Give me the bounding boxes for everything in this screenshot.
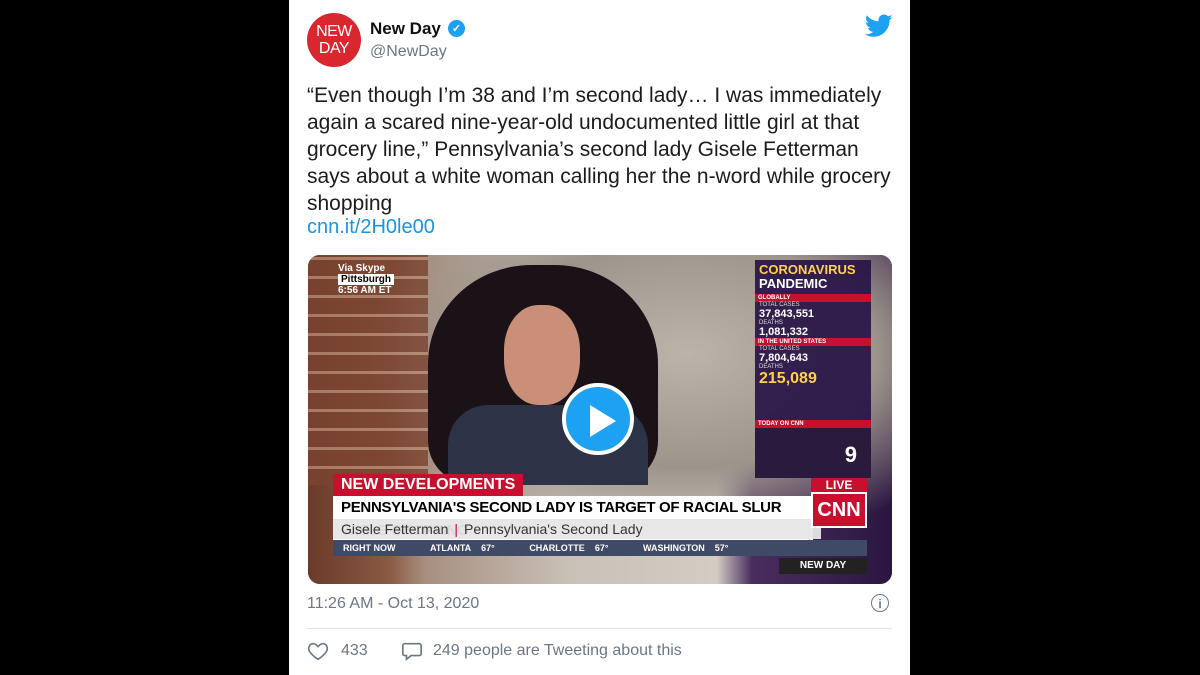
tweet-text: “Even though I’m 38 and I’m second lady…… — [307, 84, 891, 215]
tweet-link[interactable]: cnn.it/2H0le00 — [307, 216, 435, 239]
avatar[interactable]: NEW DAY — [307, 13, 361, 67]
ticker-temp: 67° — [594, 543, 609, 553]
weather-ticker: RIGHT NOW ATLANTA 67° CHARLOTTE 67° WASHIN… — [333, 540, 867, 556]
play-button[interactable] — [562, 383, 634, 455]
today-label: TODAY ON CNN — [755, 420, 871, 428]
like-count: 433 — [341, 642, 368, 659]
time-label: 6:56 AM ET — [338, 285, 392, 296]
location-tag: Via Skype Pittsburgh 6:56 AM ET — [338, 263, 394, 296]
city-label: Pittsburgh — [338, 274, 394, 285]
tweeting-count-text: 249 people are Tweeting about this — [433, 642, 682, 659]
today-on-cnn: TODAY ON CNN 9 — [755, 420, 871, 478]
like-button[interactable]: 433 — [307, 640, 368, 662]
us-deaths-value: 215,089 — [759, 370, 817, 387]
separator: | — [454, 521, 459, 537]
avatar-text-line2: DAY — [318, 40, 350, 57]
avatar-text-line1: NEW — [316, 23, 352, 40]
us-cases-value: 7,804,643 — [759, 352, 808, 364]
speaker-name: Gisele Fetterman — [341, 521, 449, 537]
global-deaths-value: 1,081,332 — [759, 326, 808, 338]
ticker-label: RIGHT NOW — [343, 543, 396, 553]
divider — [307, 628, 892, 629]
global-cases-value: 37,843,551 — [759, 308, 815, 320]
tweet-timestamp[interactable]: 11:26 AM - Oct 13, 2020 — [307, 595, 479, 613]
sidebar-title-line1: CORONAVIRUS — [759, 262, 856, 277]
play-icon — [590, 405, 616, 437]
via-label: Via Skype — [338, 263, 386, 274]
account-handle[interactable]: @NewDay — [370, 43, 447, 61]
tweeting-about-link[interactable]: 249 people are Tweeting about this — [401, 640, 682, 662]
headline-banner: NEW DEVELOPMENTS — [333, 474, 524, 496]
speaker-title: Pennsylvania's Second Lady — [464, 521, 643, 537]
today-time: 9 — [844, 442, 857, 467]
account-name[interactable]: New Day — [370, 19, 441, 39]
ticker-temp: 67° — [481, 543, 495, 553]
us-label: IN THE UNITED STATES — [755, 338, 871, 346]
verified-badge-icon: ✓ — [448, 20, 465, 37]
show-bug: NEW DAY — [779, 558, 867, 574]
video-player[interactable]: Via Skype Pittsburgh 6:56 AM ET CORONAVI… — [308, 255, 892, 584]
ticker-city: WASHINGTON — [642, 543, 705, 553]
ticker-city: ATLANTA — [430, 543, 472, 553]
speech-bubble-icon — [402, 642, 422, 661]
sidebar-title-line2: PANDEMIC — [759, 276, 828, 291]
sidebar-title: CORONAVIRUS PANDEMIC — [755, 260, 871, 294]
tweet-card: NEW DAY New Day ✓ @NewDay “Even though I… — [289, 0, 910, 675]
speaker-lower-third: Gisele Fetterman | Pennsylvania's Second L… — [333, 519, 821, 539]
person-face — [504, 305, 580, 405]
cnn-logo: CNN — [811, 492, 867, 528]
heart-icon — [307, 642, 329, 661]
ticker-city: CHARLOTTE — [529, 543, 585, 553]
live-badge: LIVE — [811, 478, 867, 492]
ticker-temp: 57° — [714, 543, 729, 553]
covid-sidebar: CORONAVIRUS PANDEMIC GLOBALLY TOTAL CASE… — [755, 260, 871, 478]
twitter-bird-icon[interactable] — [865, 14, 893, 38]
info-icon[interactable]: i — [871, 594, 889, 612]
globally-label: GLOBALLY — [755, 294, 871, 302]
